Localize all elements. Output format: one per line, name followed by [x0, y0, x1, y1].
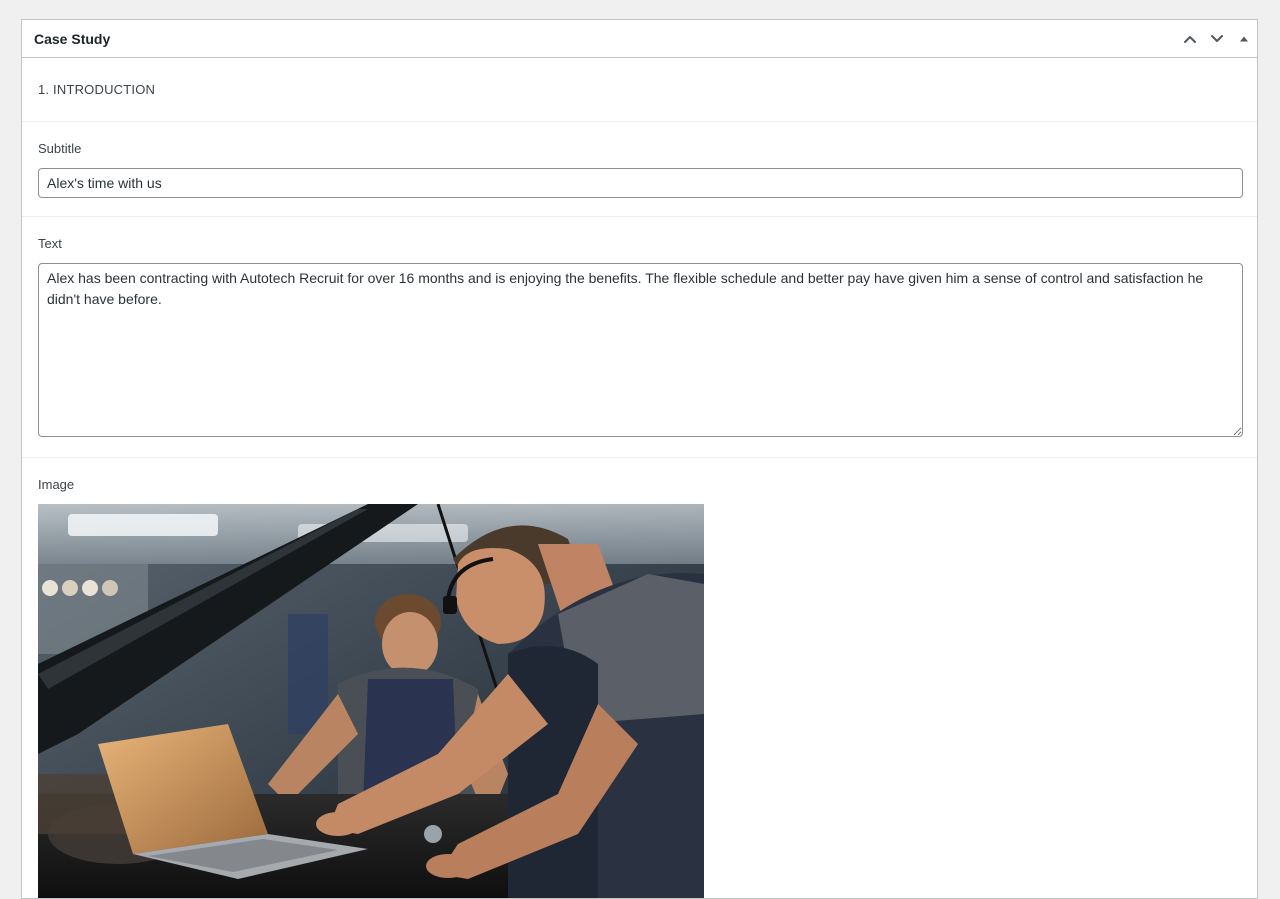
metabox-header: Case Study — [22, 20, 1257, 58]
move-up-button[interactable] — [1176, 21, 1203, 57]
text-field: Text Alex has been contracting with Auto… — [22, 217, 1257, 458]
chevron-up-icon — [1183, 35, 1196, 43]
toggle-panel-button[interactable] — [1230, 21, 1257, 57]
intro-section: 1. INTRODUCTION — [22, 58, 1257, 122]
move-down-button[interactable] — [1203, 21, 1230, 57]
metabox-controls — [1176, 20, 1257, 57]
case-study-metabox: Case Study 1. INTRODUCTION Subtitle Alex… — [21, 19, 1258, 899]
subtitle-label: Subtitle — [38, 141, 82, 156]
text-textarea[interactable]: Alex has been contracting with Autotech … — [38, 263, 1243, 437]
image-field: Image — [22, 458, 1257, 898]
subtitle-field: Subtitle — [22, 122, 1257, 217]
metabox-title: Case Study — [34, 30, 111, 47]
image-preview[interactable] — [38, 504, 704, 898]
image-label: Image — [38, 477, 75, 492]
mechanics-photo — [38, 504, 704, 898]
subtitle-input[interactable] — [38, 168, 1243, 198]
text-label: Text — [38, 236, 62, 251]
chevron-down-icon — [1210, 34, 1223, 42]
section-heading: 1. INTRODUCTION — [38, 82, 156, 97]
triangle-up-icon — [1239, 36, 1248, 41]
